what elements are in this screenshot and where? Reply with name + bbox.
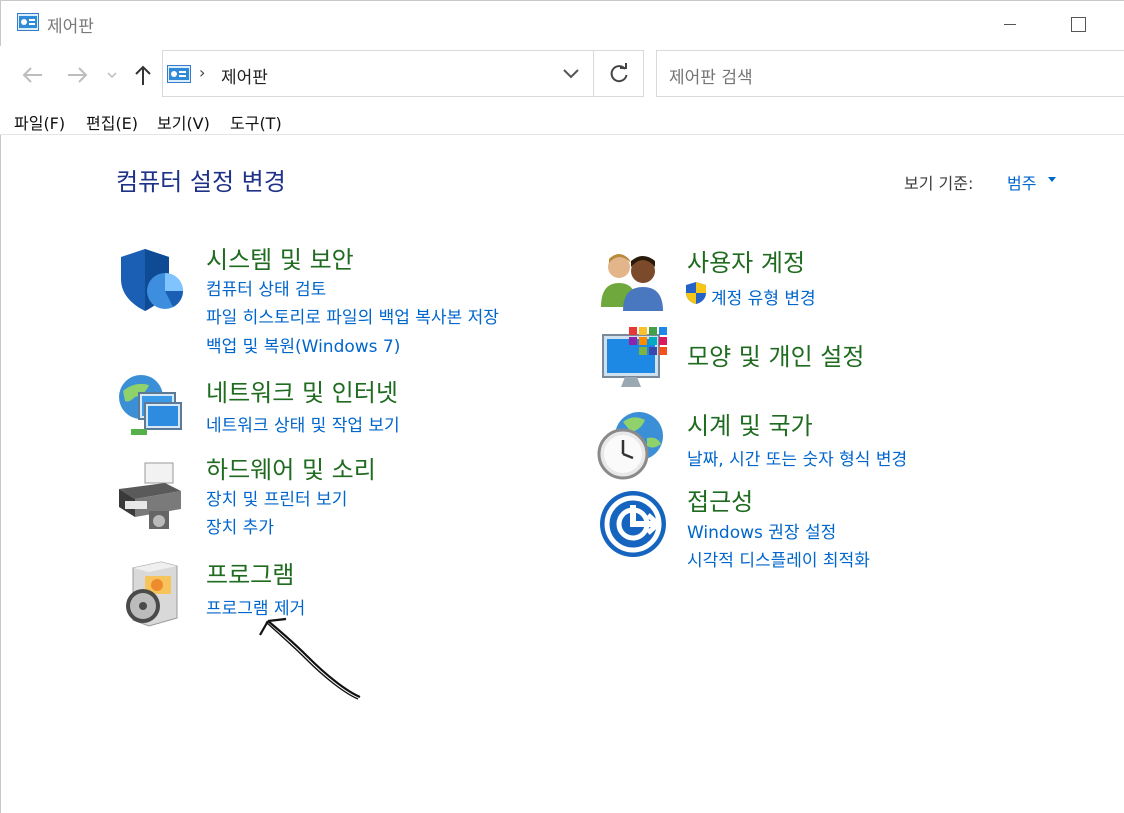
menu-view[interactable]: 보기(V) <box>157 110 210 134</box>
window-title: 제어판 <box>47 17 94 37</box>
uac-shield-icon <box>686 282 706 304</box>
breadcrumb-control-panel[interactable]: 제어판 <box>221 63 268 88</box>
clock-globe-icon[interactable] <box>597 410 667 480</box>
menu-bar: 파일(F) 편집(E) 보기(V) 도구(T) <box>0 102 1124 135</box>
category-network-internet[interactable]: 네트워크 및 인터넷 <box>206 373 398 408</box>
category-clock-region[interactable]: 시계 및 국가 <box>687 406 813 441</box>
arrow-left-icon <box>22 67 42 83</box>
appearance-monitor-icon[interactable] <box>601 325 671 395</box>
link-network-status[interactable]: 네트워크 상태 및 작업 보기 <box>206 411 400 436</box>
link-devices-printers[interactable]: 장치 및 프린터 보기 <box>206 485 347 510</box>
back-button[interactable] <box>18 60 48 90</box>
link-file-history[interactable]: 파일 히스토리로 파일의 백업 복사본 저장 <box>206 303 499 328</box>
search-placeholder[interactable]: 제어판 검색 <box>669 63 753 88</box>
title-bar: 제어판 <box>0 0 1124 46</box>
link-backup-restore[interactable]: 백업 및 복원(Windows 7) <box>206 332 400 357</box>
network-globe-icon[interactable] <box>115 373 185 443</box>
minimize-icon <box>1004 23 1016 25</box>
address-bar[interactable]: › 제어판 <box>162 50 594 97</box>
link-change-date-time-format[interactable]: 날짜, 시간 또는 숫자 형식 변경 <box>687 445 907 470</box>
users-icon[interactable] <box>599 245 669 315</box>
programs-disc-icon[interactable] <box>119 560 189 630</box>
up-button[interactable] <box>128 60 158 90</box>
minimize-button[interactable] <box>981 1 1039 47</box>
printer-icon[interactable] <box>115 461 185 531</box>
search-box[interactable]: 제어판 검색 <box>656 50 1124 97</box>
arrow-right-icon <box>68 67 88 83</box>
link-optimize-display[interactable]: 시각적 디스플레이 최적화 <box>687 546 870 571</box>
forward-button[interactable] <box>62 60 92 90</box>
link-recommended-settings[interactable]: Windows 권장 설정 <box>687 518 836 543</box>
arrow-up-icon <box>135 65 151 85</box>
maximize-button[interactable] <box>1049 1 1107 47</box>
view-by-caret-icon[interactable] <box>1048 177 1056 182</box>
hand-drawn-arrow-annotation <box>259 617 361 700</box>
recent-locations-button[interactable] <box>103 60 121 90</box>
category-user-accounts[interactable]: 사용자 계정 <box>687 243 805 278</box>
category-hardware-sound[interactable]: 하드웨어 및 소리 <box>206 450 376 485</box>
view-by-label: 보기 기준: <box>904 174 974 193</box>
link-add-device[interactable]: 장치 추가 <box>206 513 274 538</box>
menu-file[interactable]: 파일(F) <box>14 110 65 134</box>
view-by-dropdown[interactable]: 범주 <box>1007 170 1036 194</box>
link-review-status[interactable]: 컴퓨터 상태 검토 <box>206 275 326 300</box>
category-system-security[interactable]: 시스템 및 보안 <box>206 240 354 275</box>
page-title: 컴퓨터 설정 변경 <box>116 168 286 196</box>
navigation-bar: › 제어판 제어판 검색 <box>0 46 1124 102</box>
control-panel-icon <box>167 65 191 83</box>
shield-icon[interactable] <box>115 245 185 315</box>
chevron-down-icon <box>107 72 117 79</box>
breadcrumb-chevron-icon[interactable]: › <box>199 63 205 82</box>
category-programs[interactable]: 프로그램 <box>206 555 294 590</box>
link-change-account-type[interactable]: 계정 유형 변경 <box>711 284 816 309</box>
category-appearance-personalization[interactable]: 모양 및 개인 설정 <box>687 337 864 372</box>
control-panel-icon <box>17 13 39 31</box>
address-dropdown-button[interactable] <box>559 61 583 85</box>
category-ease-of-access[interactable]: 접근성 <box>687 482 753 517</box>
menu-edit[interactable]: 편집(E) <box>86 110 138 134</box>
refresh-button[interactable] <box>594 50 644 97</box>
chevron-down-icon <box>563 69 579 79</box>
ease-of-access-icon[interactable] <box>598 489 668 559</box>
maximize-icon <box>1070 16 1086 32</box>
menu-tools[interactable]: 도구(T) <box>230 110 282 134</box>
refresh-icon <box>610 62 627 82</box>
control-panel-content: 컴퓨터 설정 변경 보기 기준: 범주 시스템 및 보안 컴퓨터 상태 검토 파… <box>0 135 1124 813</box>
